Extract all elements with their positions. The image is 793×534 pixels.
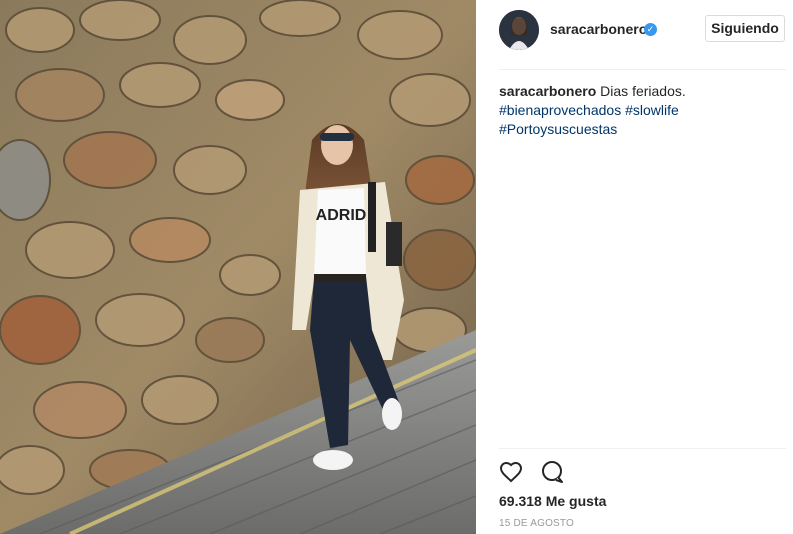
comment-icon[interactable] — [540, 460, 564, 484]
likes-count[interactable]: 69.318 Me gusta — [499, 493, 606, 509]
shirt-text: ADRID — [316, 207, 367, 224]
following-button[interactable]: Siguiendo — [705, 15, 785, 42]
post-date[interactable]: 15 DE AGOSTO — [499, 518, 574, 529]
post-details-panel: saracarbonero ✓ Siguiendo saracarbonero … — [476, 0, 793, 534]
photo-image: ADRID — [0, 0, 476, 534]
caption-text: Dias feriados. — [600, 83, 686, 99]
hashtag-bienaprovechados[interactable]: #bienaprovechados — [499, 102, 621, 118]
avatar-image — [499, 10, 539, 50]
caption-username[interactable]: saracarbonero — [499, 83, 596, 99]
avatar[interactable] — [499, 10, 539, 50]
actions-divider — [499, 448, 786, 449]
post-header: saracarbonero ✓ Siguiendo — [476, 0, 793, 62]
hashtag-slowlife[interactable]: #slowlife — [625, 102, 679, 118]
verified-badge-icon: ✓ — [644, 23, 657, 36]
post-photo[interactable]: ADRID — [0, 0, 476, 534]
username-link[interactable]: saracarbonero — [550, 21, 647, 37]
heart-icon[interactable] — [499, 460, 523, 484]
post-caption: saracarbonero Dias feriados. #bienaprove… — [499, 82, 779, 139]
hashtag-portoysuscuestas[interactable]: #Portoysuscuestas — [499, 121, 617, 137]
header-divider — [499, 69, 786, 70]
